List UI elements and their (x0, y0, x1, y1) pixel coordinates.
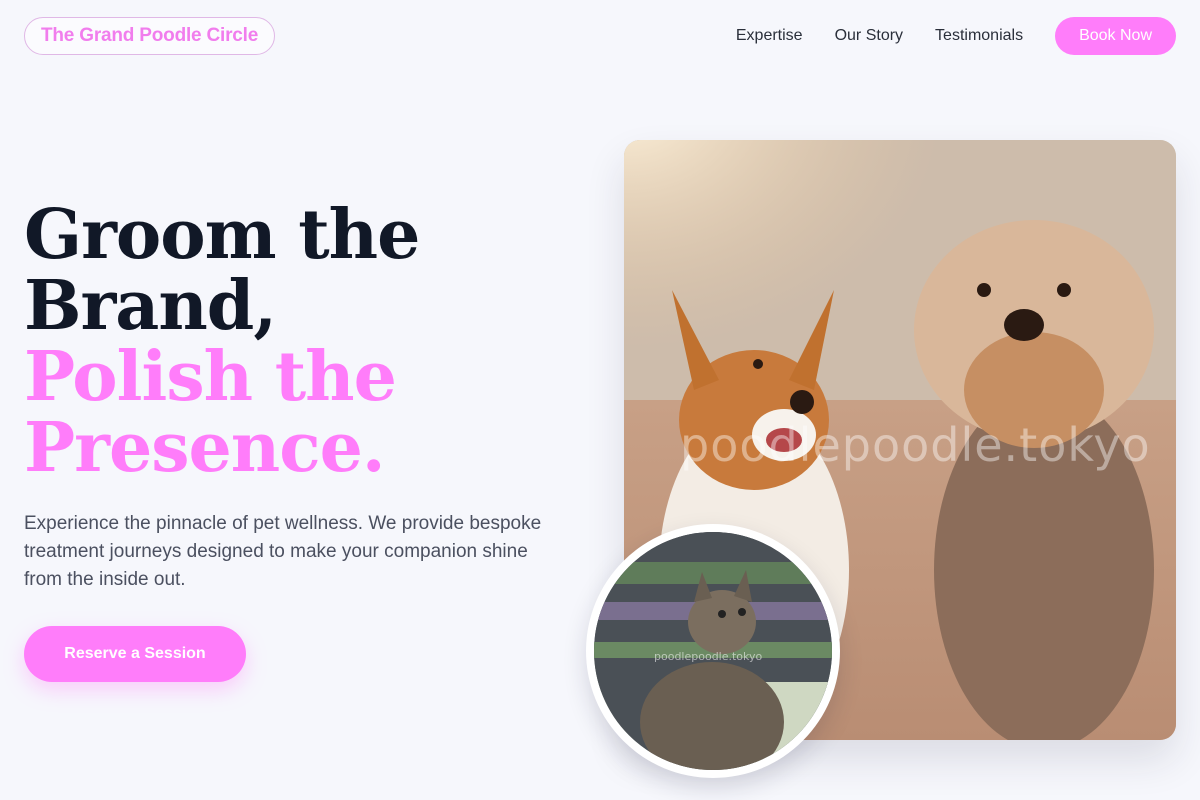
nav-link-expertise[interactable]: Expertise (736, 27, 803, 45)
nav-link-our-story[interactable]: Our Story (835, 27, 903, 45)
hero-title-accent-line-2: Presence. (24, 408, 386, 488)
hero-title-line-2: Brand, (24, 266, 277, 346)
nav-link-testimonials[interactable]: Testimonials (935, 27, 1023, 45)
hero-title-accent-line-1: Polish the (24, 337, 397, 417)
site-header: The Grand Poodle Circle Expertise Our St… (0, 0, 1200, 72)
cat-inset-image: poodlepoodle.tokyo (586, 524, 840, 778)
book-now-button[interactable]: Book Now (1055, 17, 1176, 55)
inset-image-watermark: poodlepoodle.tokyo (654, 650, 763, 663)
main-nav: Expertise Our Story Testimonials Book No… (736, 17, 1176, 55)
cat-photo-frame: poodlepoodle.tokyo (594, 532, 832, 770)
reserve-session-button[interactable]: Reserve a Session (24, 626, 246, 682)
hero-title: Groom the Brand, Polish the Presence. (24, 195, 420, 488)
brand-logo[interactable]: The Grand Poodle Circle (24, 17, 276, 55)
hero-description: Experience the pinnacle of pet wellness.… (24, 513, 542, 590)
main-image-watermark: poodlepoodle.tokyo (680, 418, 1151, 472)
hero-title-line-1: Groom the (24, 195, 420, 275)
